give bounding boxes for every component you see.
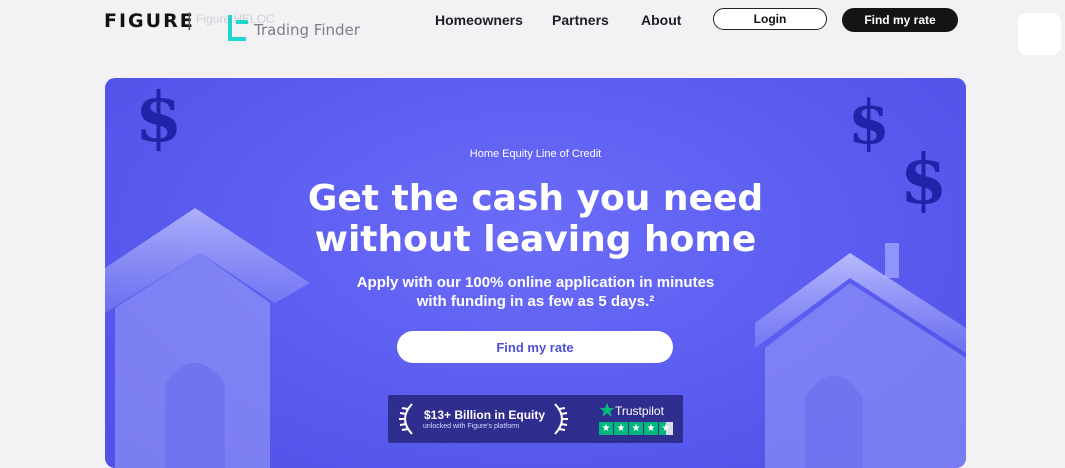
rating-star-half-icon: ★	[659, 422, 673, 435]
watermark-text: Trading Finder	[254, 21, 360, 39]
nav-homeowners[interactable]: Homeowners	[435, 12, 523, 28]
trading-finder-icon	[228, 15, 248, 41]
hero-section: $ $ $ Home Equity Line of Credit Get the…	[105, 78, 966, 468]
find-rate-header-button[interactable]: Find my rate	[842, 8, 958, 32]
headline-line-1: Get the cash you need	[307, 178, 764, 219]
equity-trustpilot-badge: $13+ Billion in Equity unlocked with Fig…	[388, 395, 683, 443]
rating-star-icon: ★	[599, 422, 613, 435]
find-rate-hero-button[interactable]: Find my rate	[397, 331, 673, 363]
rating-star-icon: ★	[629, 422, 643, 435]
subheadline-line-1: Apply with our 100% online application i…	[356, 274, 715, 291]
trustpilot-label: Trustpilot	[615, 404, 664, 418]
login-button[interactable]: Login	[713, 8, 827, 30]
headline-line-2: without leaving home	[314, 219, 757, 260]
equity-stat-caption: unlocked with Figure's platform	[423, 423, 520, 430]
nav-partners[interactable]: Partners	[552, 12, 609, 28]
dollar-sign-icon: $	[135, 78, 183, 158]
laurel-left-icon	[399, 403, 413, 435]
nav-about[interactable]: About	[641, 12, 681, 28]
rating-star-icon: ★	[614, 422, 628, 435]
subheadline-line-2: with funding in as few as 5 days.²	[416, 293, 655, 310]
rating-star-icon: ★	[644, 422, 658, 435]
hero-eyebrow: Home Equity Line of Credit	[469, 148, 602, 160]
trustpilot-rating: ★ ★ ★ ★ ★	[599, 422, 673, 435]
floating-widget[interactable]	[1018, 13, 1061, 55]
figure-logo[interactable]: FIGURE	[104, 10, 195, 32]
laurel-right-icon	[554, 403, 568, 435]
equity-stat: $13+ Billion in Equity	[424, 408, 546, 422]
logo-separator: |	[187, 10, 192, 30]
hero-headline: Get the cash you need without leaving ho…	[105, 178, 966, 260]
trustpilot-star-icon	[599, 402, 615, 417]
top-nav: FIGURE | Figure HELOC Trading Finder Hom…	[0, 0, 1065, 41]
hero-subheadline: Apply with our 100% online application i…	[105, 273, 966, 311]
